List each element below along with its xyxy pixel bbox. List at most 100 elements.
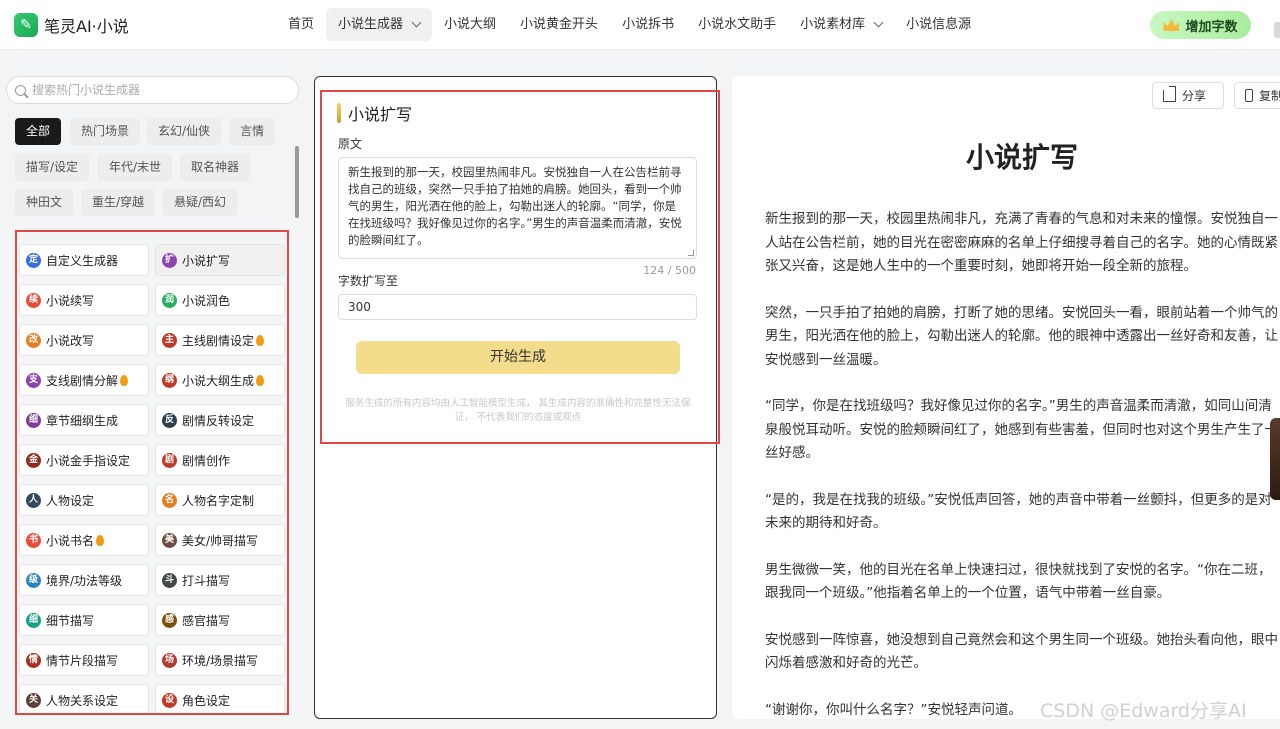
tool-label: 章节细纲生成 bbox=[46, 413, 119, 428]
result-paragraph: 男生微微一笑，他的目光在名单上快速扫过，很快就找到了安悦的名字。“你在二班，跟我… bbox=[765, 561, 1272, 602]
disclaimer: 服务生成的所有内容均由人工智能模型生成， 其生成内容的准确性和完整性无法保证， … bbox=[345, 398, 691, 423]
tool-item[interactable]: 续小说续写 bbox=[19, 284, 149, 316]
tool-icon: 续 bbox=[26, 292, 41, 308]
nav-filler-assistant[interactable]: 小说水文助手 bbox=[686, 8, 788, 41]
tool-item[interactable]: 定自定义生成器 bbox=[19, 244, 149, 276]
tool-item[interactable]: 细细节描写 bbox=[19, 604, 149, 636]
tool-item[interactable]: 润小说润色 bbox=[155, 284, 285, 316]
tool-item[interactable]: 名人物名字定制 bbox=[155, 484, 285, 516]
nav-home[interactable]: 首页 bbox=[276, 8, 326, 41]
source-textarea[interactable]: 新生报到的那一天，校园里热闹非凡。安悦独自一人在公告栏前寻找自己的班级，突然一只… bbox=[338, 157, 697, 259]
tag-era[interactable]: 年代/末世 bbox=[98, 154, 173, 181]
tool-item[interactable]: 扩小说扩写 bbox=[155, 244, 285, 276]
tool-label: 小说扩写 bbox=[182, 253, 231, 268]
tool-item[interactable]: 关人物关系设定 bbox=[19, 684, 149, 713]
tool-icon: 名 bbox=[162, 492, 177, 508]
expand-label: 字数扩写至 bbox=[338, 274, 399, 288]
nav-material-library[interactable]: 小说素材库 bbox=[788, 8, 894, 41]
result-paragraph: 安悦感到一阵惊喜，她没想到自己竟然会和这个男生同一个班级。她抬头看向他，眼中闪烁… bbox=[765, 631, 1278, 672]
nav-golden-opening[interactable]: 小说黄金开头 bbox=[508, 8, 610, 41]
tool-icon: 细 bbox=[26, 612, 41, 628]
tool-icon: 改 bbox=[26, 332, 41, 348]
tool-item[interactable]: 级境界/功法等级 bbox=[19, 564, 149, 596]
tool-item[interactable]: 主主线剧情设定 bbox=[155, 324, 285, 356]
tool-icon: 定 bbox=[26, 252, 41, 268]
tag-all[interactable]: 全部 bbox=[15, 118, 62, 145]
share-button[interactable]: 分享 bbox=[1152, 82, 1224, 109]
fire-icon bbox=[256, 374, 265, 386]
tool-item[interactable]: 美美女/帅哥描写 bbox=[155, 524, 285, 556]
nav-novel-generator[interactable]: 小说生成器 bbox=[326, 8, 433, 41]
tool-icon: 主 bbox=[162, 332, 177, 348]
tool-item[interactable]: 纲小说大纲生成 bbox=[155, 364, 285, 396]
resize-handle-icon[interactable] bbox=[688, 250, 694, 256]
generate-button[interactable]: 开始生成 bbox=[356, 341, 680, 374]
sidebar-scrollbar[interactable] bbox=[295, 146, 299, 218]
nav-book-breakdown[interactable]: 小说拆书 bbox=[610, 8, 686, 41]
tool-icon: 支 bbox=[26, 372, 41, 388]
copy-button[interactable]: 复制 bbox=[1234, 82, 1280, 109]
search-icon bbox=[15, 84, 26, 96]
tool-icon: 书 bbox=[26, 532, 41, 548]
tool-icon: 人 bbox=[26, 492, 41, 508]
tool-label: 剧情反转设定 bbox=[182, 413, 255, 428]
tool-item[interactable]: 反剧情反转设定 bbox=[155, 404, 285, 436]
search-input[interactable] bbox=[32, 83, 282, 97]
tag-naming[interactable]: 取名神器 bbox=[180, 154, 251, 181]
tool-label: 剧情创作 bbox=[182, 453, 231, 468]
tool-label: 角色设定 bbox=[182, 693, 231, 708]
main-nav: 首页 小说生成器 小说大纲 小说黄金开头 小说拆书 小说水文助手 小说素材库 小… bbox=[276, 8, 983, 41]
result-article: 新生报到的那一天，校园里热闹非凡，充满了青春的气息和对未来的憧憬。安悦独自一人站… bbox=[765, 208, 1280, 719]
tool-label: 小说书名 bbox=[46, 533, 95, 548]
tool-icon: 关 bbox=[26, 692, 41, 708]
logo[interactable]: ✎ 笔灵AI·小说 bbox=[14, 13, 129, 37]
input-panel: 小说扩写 原文 新生报到的那一天，校园里热闹非凡。安悦独自一人在公告栏前寻找自己… bbox=[314, 76, 720, 719]
tool-icon: 润 bbox=[162, 292, 177, 308]
tool-item[interactable]: 支支线剧情分解 bbox=[19, 364, 149, 396]
tag-farming[interactable]: 种田文 bbox=[15, 189, 74, 216]
tool-icon: 反 bbox=[162, 412, 177, 428]
top-nav-bar: ✎ 笔灵AI·小说 首页 小说生成器 小说大纲 小说黄金开头 小说拆书 小说水文… bbox=[0, 0, 1280, 50]
add-words-button[interactable]: 增加字数 bbox=[1150, 11, 1251, 39]
fire-icon bbox=[120, 374, 129, 386]
tool-item[interactable]: 感感官描写 bbox=[155, 604, 285, 636]
tool-item[interactable]: 情情节片段描写 bbox=[19, 644, 149, 676]
tag-description[interactable]: 描写/设定 bbox=[15, 154, 90, 181]
tool-item[interactable]: 改小说改写 bbox=[19, 324, 149, 356]
tool-item[interactable]: 书小说书名 bbox=[19, 524, 149, 556]
source-label: 原文 bbox=[338, 137, 363, 151]
nav-info-source[interactable]: 小说信息源 bbox=[894, 8, 983, 41]
logo-text: 笔灵AI·小说 bbox=[44, 17, 129, 36]
result-paragraph: “是的，我是在找我的班级。”安悦低声回答，她的声音中带着一丝颤抖，但更多的是对未… bbox=[765, 491, 1272, 532]
title-accent-bar bbox=[337, 103, 341, 123]
tool-list: 定自定义生成器扩小说扩写续小说续写润小说润色改小说改写主主线剧情设定支支线剧情分… bbox=[15, 230, 289, 715]
tag-romance[interactable]: 言情 bbox=[229, 118, 276, 145]
tool-item[interactable]: 细章节细纲生成 bbox=[19, 404, 149, 436]
fire-icon bbox=[96, 534, 105, 546]
edge-button[interactable] bbox=[1274, 22, 1280, 38]
form-title: 小说扩写 bbox=[337, 101, 412, 125]
tool-item[interactable]: 剧剧情创作 bbox=[155, 444, 285, 476]
fire-icon bbox=[256, 334, 265, 346]
tool-label: 支线剧情分解 bbox=[46, 373, 119, 388]
tool-item[interactable]: 场环境/场景描写 bbox=[155, 644, 285, 676]
tag-hot-scenes[interactable]: 热门场景 bbox=[70, 118, 141, 145]
tool-label: 小说大纲生成 bbox=[182, 373, 255, 388]
watermark: CSDN @Edward分享AI bbox=[1040, 700, 1247, 722]
tool-label: 情节片段描写 bbox=[46, 653, 119, 668]
tag-suspense[interactable]: 悬疑/西幻 bbox=[163, 189, 238, 216]
tag-xuanhuan[interactable]: 玄幻/仙侠 bbox=[147, 118, 222, 145]
tool-icon: 美 bbox=[162, 532, 177, 548]
tool-item[interactable]: 人人物设定 bbox=[19, 484, 149, 516]
floating-avatar[interactable] bbox=[1270, 418, 1280, 500]
tool-item[interactable]: 设角色设定 bbox=[155, 684, 285, 713]
tool-icon: 斗 bbox=[162, 572, 177, 588]
tool-item[interactable]: 斗打斗描写 bbox=[155, 564, 285, 596]
tag-rebirth[interactable]: 重生/穿越 bbox=[81, 189, 156, 216]
tool-icon: 感 bbox=[162, 612, 177, 628]
tool-item[interactable]: 金小说金手指设定 bbox=[19, 444, 149, 476]
search-box bbox=[6, 76, 299, 104]
expand-word-count-input[interactable]: 300 bbox=[338, 294, 697, 320]
share-icon bbox=[1163, 85, 1176, 102]
nav-novel-outline[interactable]: 小说大纲 bbox=[432, 8, 508, 41]
